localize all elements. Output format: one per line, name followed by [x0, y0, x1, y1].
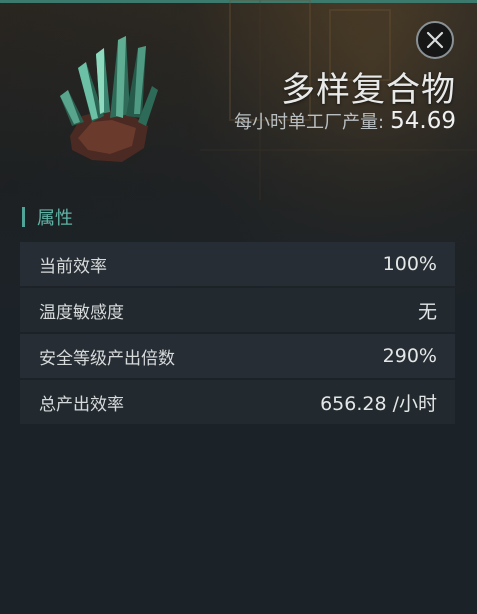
section-marker	[22, 207, 25, 227]
section-header-attributes: 属性	[22, 204, 73, 230]
section-title: 属性	[37, 208, 73, 229]
attribute-row-temperature: 温度敏感度 无	[20, 288, 455, 332]
item-title: 多样复合物	[281, 70, 456, 110]
attribute-row-total-output: 总产出效率 656.28 /小时	[20, 380, 455, 424]
attribute-label: 温度敏感度	[39, 302, 124, 323]
attribute-value: 290%	[382, 345, 437, 367]
crystal-icon	[60, 36, 158, 162]
production-rate-value: 54.69	[390, 108, 456, 134]
attribute-label: 总产出效率	[39, 394, 124, 415]
production-rate-label: 每小时单工厂产量:	[234, 112, 385, 133]
close-icon	[426, 31, 444, 49]
attribute-row-security-multiplier: 安全等级产出倍数 290%	[20, 334, 455, 378]
attribute-label: 当前效率	[39, 256, 107, 277]
attribute-value: 无	[417, 300, 437, 323]
production-rate: 每小时单工厂产量: 54.69	[234, 108, 456, 134]
attribute-row-efficiency: 当前效率 100%	[20, 242, 455, 286]
close-button[interactable]	[416, 21, 454, 59]
attribute-value: 100%	[382, 253, 437, 275]
attribute-label: 安全等级产出倍数	[39, 348, 175, 369]
attribute-table: 当前效率 100% 温度敏感度 无 安全等级产出倍数 290% 总产出效率 65…	[20, 242, 455, 426]
attribute-value: 656.28 /小时	[320, 392, 437, 415]
item-detail-panel: 多样复合物 每小时单工厂产量: 54.69 属性 当前效率 100% 温度敏感度…	[0, 0, 477, 614]
